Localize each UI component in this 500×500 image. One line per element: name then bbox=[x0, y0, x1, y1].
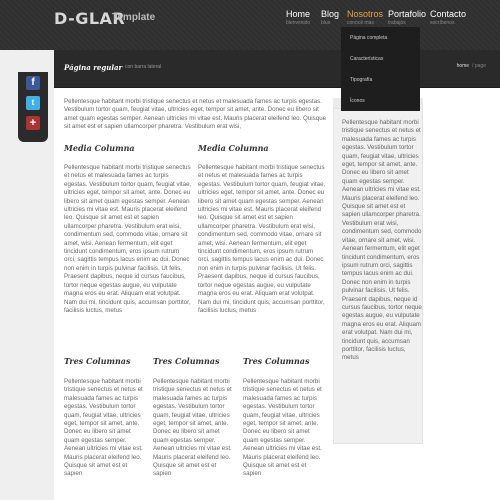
header-bar: D-GLAR Template Home bienvenido Blog blu… bbox=[0, 0, 500, 50]
third-column-heading: Tres Columnas bbox=[64, 356, 131, 366]
nav-label: Blog bbox=[321, 9, 340, 19]
nav-label: Portafolio bbox=[388, 9, 427, 19]
facebook-icon[interactable]: f bbox=[26, 76, 40, 90]
third-column-text: Pellentesque habitant morbi tristique se… bbox=[153, 378, 232, 478]
nav-sublabel: bienvenido bbox=[286, 20, 311, 26]
nosotros-dropdown-menu: Página completa Características Tipograf… bbox=[341, 27, 420, 111]
sidebar: Pellentesque habitant morbi tristique se… bbox=[333, 108, 423, 444]
nav-sublabel: escríbenos bbox=[430, 20, 455, 26]
main-nav: Home bienvenido Blog blue Nosotros conoc… bbox=[0, 9, 500, 39]
nav-label: Nosotros bbox=[347, 9, 384, 19]
nav-label: Home bbox=[286, 9, 311, 19]
half-column-heading: Media Columna bbox=[64, 143, 135, 153]
breadcrumb-current: / page bbox=[472, 63, 486, 69]
page-subtitle: con barra lateral bbox=[125, 64, 162, 70]
half-column-heading: Media Columna bbox=[198, 143, 269, 153]
page-title: Página regular bbox=[64, 63, 123, 72]
third-column-heading: Tres Columnas bbox=[153, 356, 220, 366]
page-title-bar: Página regular con barra lateral home / p… bbox=[54, 50, 500, 88]
dropdown-item-tipografia[interactable]: Tipografía bbox=[350, 77, 372, 83]
social-share-panel: f t + bbox=[18, 72, 48, 142]
nav-item-contacto[interactable]: Contacto escríbenos bbox=[430, 9, 466, 26]
third-column-heading: Tres Columnas bbox=[243, 356, 310, 366]
half-column-text: Pellentesque habitant morbi tristique se… bbox=[64, 164, 192, 314]
intro-paragraph: Pellentesque habitant morbi tristique se… bbox=[64, 98, 327, 131]
nav-sublabel: conocé más bbox=[347, 20, 374, 26]
half-column-text: Pellentesque habitant morbi tristique se… bbox=[198, 164, 326, 314]
nav-sublabel: trabajos bbox=[388, 20, 406, 26]
dropdown-item-caracteristicas[interactable]: Características bbox=[350, 56, 383, 62]
dropdown-item-iconos[interactable]: Íconos bbox=[350, 98, 365, 104]
nav-label: Contacto bbox=[430, 9, 467, 19]
main-content: Pellentesque habitant morbi tristique se… bbox=[54, 88, 500, 500]
nav-item-blog[interactable]: Blog blue bbox=[321, 9, 339, 26]
nav-item-home[interactable]: Home bienvenido bbox=[286, 9, 310, 26]
breadcrumb-home[interactable]: home bbox=[457, 63, 470, 69]
twitter-icon[interactable]: t bbox=[26, 96, 40, 110]
nav-item-portafolio[interactable]: Portafolio trabajos bbox=[388, 9, 426, 26]
dropdown-item-pagina-completa[interactable]: Página completa bbox=[350, 35, 387, 41]
third-column-text: Pellentesque habitant morbi tristique se… bbox=[64, 378, 143, 478]
third-column-text: Pellentesque habitant morbi tristique se… bbox=[243, 378, 322, 478]
nav-sublabel: blue bbox=[321, 20, 331, 26]
breadcrumb: home / page bbox=[457, 63, 486, 69]
nav-item-nosotros[interactable]: Nosotros conocé más bbox=[347, 9, 383, 26]
share-more-icon[interactable]: + bbox=[26, 116, 40, 130]
sidebar-text: Pellentesque habitant morbi tristique se… bbox=[342, 119, 422, 362]
